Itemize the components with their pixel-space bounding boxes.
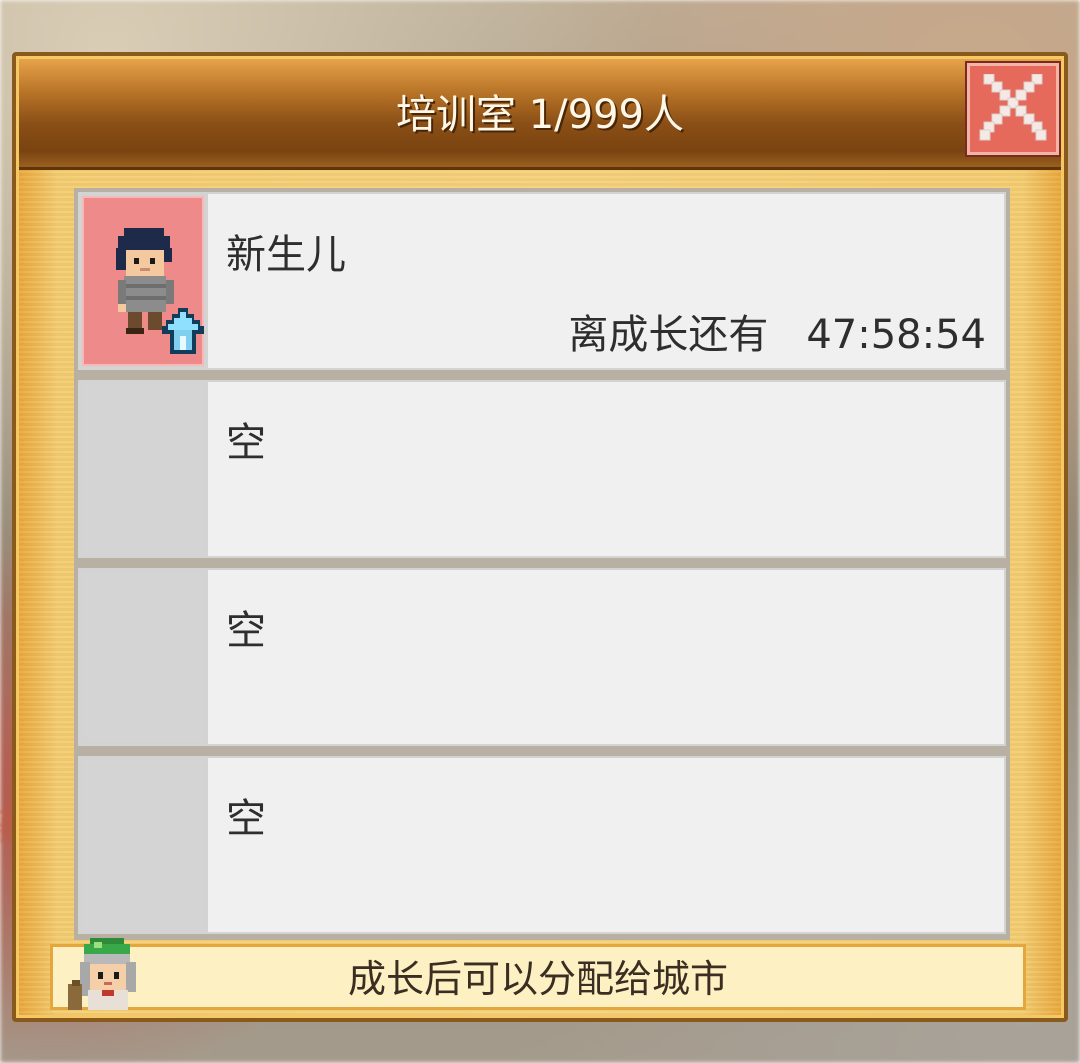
slot-name: 空	[226, 608, 266, 654]
slot-info: 空	[208, 382, 1004, 556]
slot-row[interactable]: 新生儿 离成长还有 47:58:54	[78, 192, 1006, 370]
slot-portrait	[82, 196, 204, 366]
upgrade-arrow-icon	[162, 308, 204, 354]
slot-info: 空	[208, 758, 1004, 932]
growth-countdown-label: 离成长还有	[568, 312, 769, 358]
dialog-title: 培训室 1/999人	[396, 92, 684, 138]
close-button[interactable]	[965, 61, 1061, 157]
slot-portrait-empty	[82, 760, 204, 930]
slot-list: 新生儿 离成长还有 47:58:54 空 空 空	[74, 188, 1010, 940]
slot-info: 空	[208, 570, 1004, 744]
dialog-header: 培训室 1/999人	[19, 59, 1061, 170]
close-x-icon	[979, 74, 1047, 141]
advisor-sprite-icon	[68, 938, 136, 1010]
slot-name: 空	[226, 796, 266, 842]
slot-row[interactable]: 空	[78, 568, 1006, 746]
growth-countdown: 离成长还有 47:58:54	[568, 302, 986, 360]
training-room-dialog: 培训室 1/999人 新生儿 离成长还有 47:58:54 空 空 空 成长后可…	[12, 52, 1068, 1022]
slot-name: 空	[226, 420, 266, 466]
slot-portrait-empty	[82, 572, 204, 742]
hint-bar: 成长后可以分配给城市	[50, 944, 1026, 1010]
slot-name: 新生儿	[226, 232, 346, 278]
growth-countdown-value: 47:58:54	[806, 312, 986, 358]
slot-row[interactable]: 空	[78, 756, 1006, 934]
slot-info: 新生儿 离成长还有 47:58:54	[208, 194, 1004, 368]
hint-text: 成长后可以分配给城市	[347, 957, 728, 1001]
slot-row[interactable]: 空	[78, 380, 1006, 558]
slot-portrait-empty	[82, 384, 204, 554]
